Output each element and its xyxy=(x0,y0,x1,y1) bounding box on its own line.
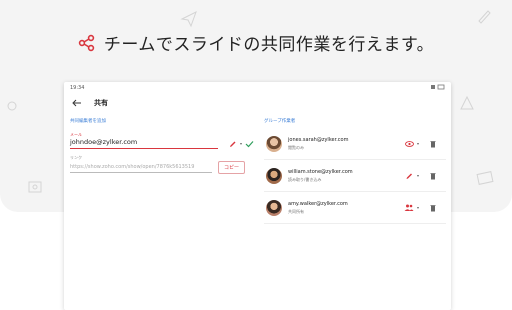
back-arrow-icon[interactable] xyxy=(72,99,82,107)
app-bar: 共有 xyxy=(64,94,451,112)
chevron-down-icon[interactable]: ▾ xyxy=(417,173,419,178)
member-email: william.stone@zylker.com xyxy=(288,168,353,175)
list-item[interactable]: william.stone@zylker.com 読み取り/書き込み ▾ xyxy=(264,160,446,192)
email-row: johndoe@zylker.com ▾ xyxy=(70,138,260,149)
link-row: https://show.zoho.com/show/open/7876k561… xyxy=(70,161,260,174)
email-field[interactable]: johndoe@zylker.com xyxy=(70,138,218,149)
signal-battery-icon xyxy=(431,84,445,90)
status-time: 19:34 xyxy=(70,85,85,91)
member-info: jones.sarah@zylker.com 閲覧のみ xyxy=(288,137,405,151)
slide-doodle-icon xyxy=(476,171,494,185)
page-title: 共有 xyxy=(94,99,108,107)
chevron-down-icon[interactable]: ▾ xyxy=(240,141,242,146)
share-icon xyxy=(78,34,95,51)
email-controls: ▾ xyxy=(229,140,254,148)
member-email: amy.walker@zylker.com xyxy=(288,200,348,207)
image-doodle-icon xyxy=(28,181,42,193)
add-collaborator-panel: 共同編集者を追加 メール johndoe@zylker.com ▾ リンク ht… xyxy=(70,118,260,174)
list-item[interactable]: amy.walker@zylker.com 共同所有 ▾ xyxy=(264,192,446,224)
shape-doodle-icon xyxy=(7,101,17,111)
status-bar: 19:34 xyxy=(64,82,451,94)
pencil-icon[interactable] xyxy=(229,140,237,148)
triangle-doodle-icon xyxy=(460,96,474,110)
member-controls: ▾ xyxy=(405,140,438,148)
delete-icon[interactable] xyxy=(428,172,438,180)
status-icons xyxy=(431,84,445,92)
avatar xyxy=(266,167,282,184)
member-role: 共同所有 xyxy=(288,208,304,214)
pencil-doodle-icon xyxy=(478,10,491,24)
people-icon[interactable] xyxy=(404,204,414,211)
pencil-icon[interactable] xyxy=(405,172,414,180)
copy-button[interactable]: コピー xyxy=(218,161,246,174)
delete-icon[interactable] xyxy=(428,140,438,148)
member-info: amy.walker@zylker.com 共同所有 xyxy=(288,201,404,215)
avatar xyxy=(266,199,282,216)
paper-plane-icon xyxy=(180,10,197,28)
headline-text: チームでスライドの共同作業を行えます。 xyxy=(103,35,435,55)
member-controls: ▾ xyxy=(404,204,438,212)
member-info: william.stone@zylker.com 読み取り/書き込み xyxy=(288,169,405,183)
section-label-add: 共同編集者を追加 xyxy=(70,119,106,124)
section-label-group: グループ作業者 xyxy=(264,119,296,124)
member-email: jones.sarah@zylker.com xyxy=(288,136,349,143)
chevron-down-icon[interactable]: ▾ xyxy=(417,205,419,210)
member-role: 閲覧のみ xyxy=(288,144,304,150)
list-item[interactable]: jones.sarah@zylker.com 閲覧のみ ▾ xyxy=(264,128,446,160)
tablet-screen: 19:34 共有 共同編集者を追加 メール johndoe@zylker.com… xyxy=(64,82,451,310)
member-controls: ▾ xyxy=(405,172,438,180)
member-role: 読み取り/書き込み xyxy=(288,176,322,182)
chevron-down-icon[interactable]: ▾ xyxy=(417,141,419,146)
share-link-field[interactable]: https://show.zoho.com/show/open/7876k561… xyxy=(70,162,212,173)
headline: チームでスライドの共同作業を行えます。 xyxy=(0,30,512,55)
delete-icon[interactable] xyxy=(428,204,438,212)
eye-icon[interactable] xyxy=(405,140,414,147)
check-icon[interactable] xyxy=(245,140,254,148)
collaborators-panel: グループ作業者 jones.sarah@zylker.com 閲覧のみ ▾ wi… xyxy=(260,118,446,224)
avatar xyxy=(266,135,282,152)
